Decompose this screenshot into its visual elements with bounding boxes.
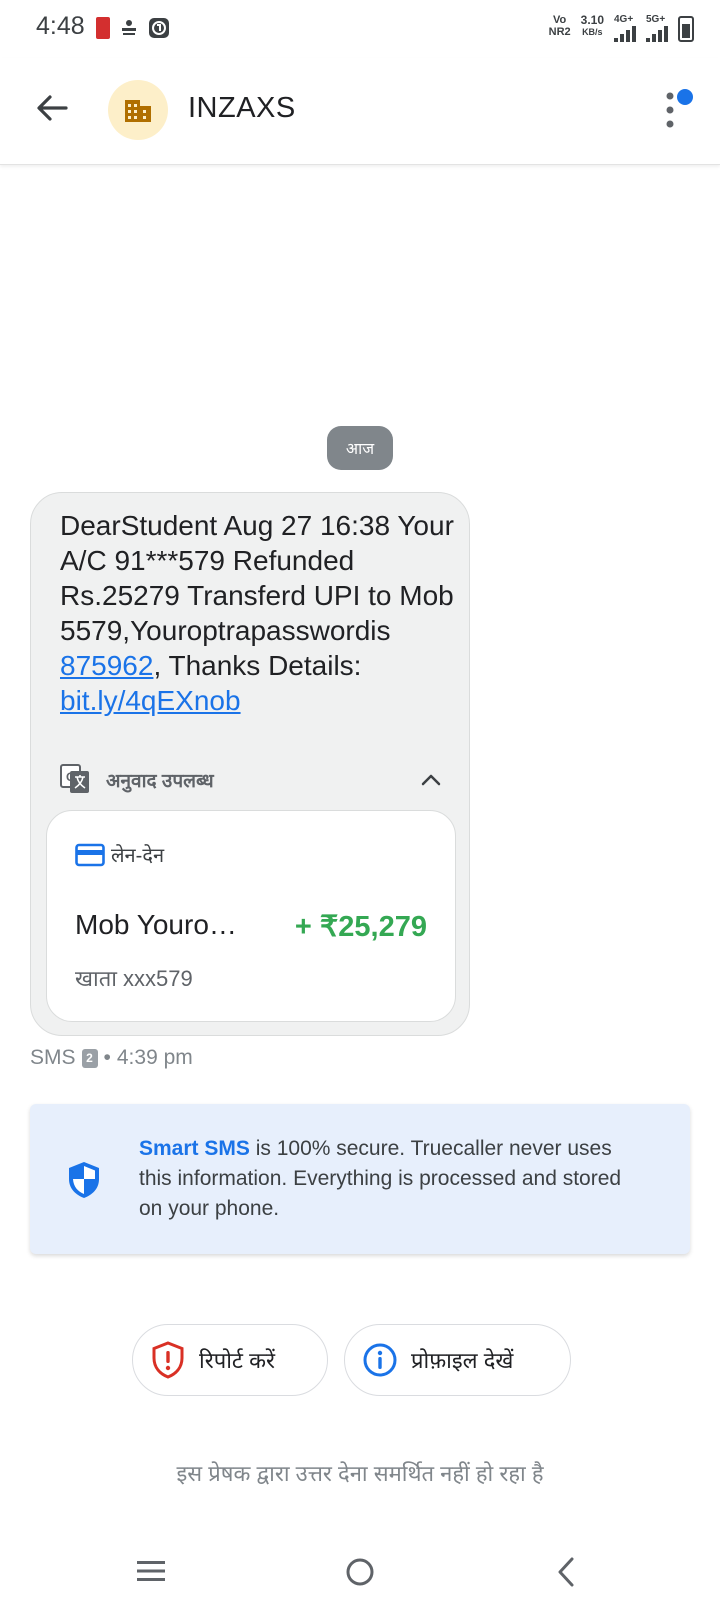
app-header: INZAXS [0, 58, 720, 165]
sender-name[interactable]: INZAXS [188, 92, 296, 125]
smart-sms-brand: Smart SMS [139, 1137, 250, 1160]
view-profile-label: प्रोफ़ाइल देखें [411, 1348, 514, 1373]
transaction-type: लेन-देन [75, 841, 164, 868]
view-profile-button[interactable]: प्रोफ़ाइल देखें [344, 1324, 571, 1396]
book-app-icon [96, 17, 110, 39]
notification-dot-icon [677, 89, 693, 105]
more-vert-icon [666, 89, 693, 128]
svg-text:G: G [66, 770, 75, 784]
news-app-icon [120, 18, 138, 38]
google-translate-icon: G [60, 764, 89, 793]
translate-row[interactable]: G अनुवाद उपलब्ध [60, 762, 445, 798]
transaction-merchant: Mob Youro… [75, 909, 237, 940]
signal-4g: 4G+ [614, 14, 636, 42]
notification-icons [96, 17, 170, 39]
smart-sms-text: Smart SMS is 100% secure. Truecaller nev… [139, 1137, 622, 1220]
status-time: 4:48 [36, 12, 85, 40]
volte-indicator: Vo NR2 [548, 14, 571, 38]
navigation-bar [0, 1540, 720, 1612]
overflow-menu-button[interactable] [664, 88, 694, 132]
business-building-icon [125, 100, 151, 122]
sim-icon: 2 [81, 1048, 98, 1068]
report-shield-icon [152, 1341, 184, 1379]
otp-link[interactable]: 875962 [60, 650, 153, 681]
arrow-left-icon [37, 95, 68, 121]
signal-5g: 5G+ [646, 14, 668, 42]
battery-icon [678, 16, 694, 42]
report-button[interactable]: रिपोर्ट करें [132, 1324, 328, 1396]
info-icon [363, 1343, 397, 1377]
signal-bars-icon [614, 26, 636, 42]
reply-not-supported-note: इस प्रेषक द्वारा उत्तर देना समर्थित नहीं… [176, 1461, 544, 1486]
transaction-card[interactable]: लेन-देन Mob Youro… + ₹25,279 खाता xxx579 [46, 810, 456, 1022]
translate-label: अनुवाद उपलब्ध [106, 771, 214, 792]
menu-icon[interactable] [136, 1558, 166, 1584]
status-bar: 4:48 Vo NR2 3.10 KB/s 4G+ 5G+ [0, 0, 720, 58]
status-right: Vo NR2 3.10 KB/s 4G+ 5G+ [549, 14, 694, 42]
report-label: रिपोर्ट करें [199, 1348, 275, 1373]
back-button[interactable] [32, 88, 72, 128]
accessibility-icon [148, 17, 170, 39]
transaction-account: खाता xxx579 [75, 966, 193, 991]
message-url-link[interactable]: bit.ly/4qEXnob [60, 685, 241, 716]
network-speed: 3.10 KB/s [580, 13, 604, 37]
home-icon[interactable] [344, 1556, 376, 1588]
transaction-amount: + ₹25,279 [294, 911, 427, 943]
chevron-up-icon[interactable] [419, 768, 443, 792]
message-meta: SMS 2 • 4:39 pm [30, 1046, 193, 1070]
smart-sms-banner: Smart SMS is 100% secure. Truecaller nev… [30, 1104, 690, 1254]
sender-avatar[interactable] [108, 80, 168, 140]
credit-card-icon [75, 843, 105, 866]
meta-separator: • [103, 1046, 111, 1069]
date-chip: आज [327, 426, 393, 470]
back-nav-icon[interactable] [554, 1556, 578, 1588]
message-text: DearStudent Aug 27 16:38 Your A/C 91***5… [60, 510, 454, 716]
message-channel: SMS [30, 1046, 76, 1069]
shield-icon [69, 1162, 99, 1198]
message-time: 4:39 pm [116, 1046, 193, 1069]
signal-bars-icon [646, 26, 668, 42]
